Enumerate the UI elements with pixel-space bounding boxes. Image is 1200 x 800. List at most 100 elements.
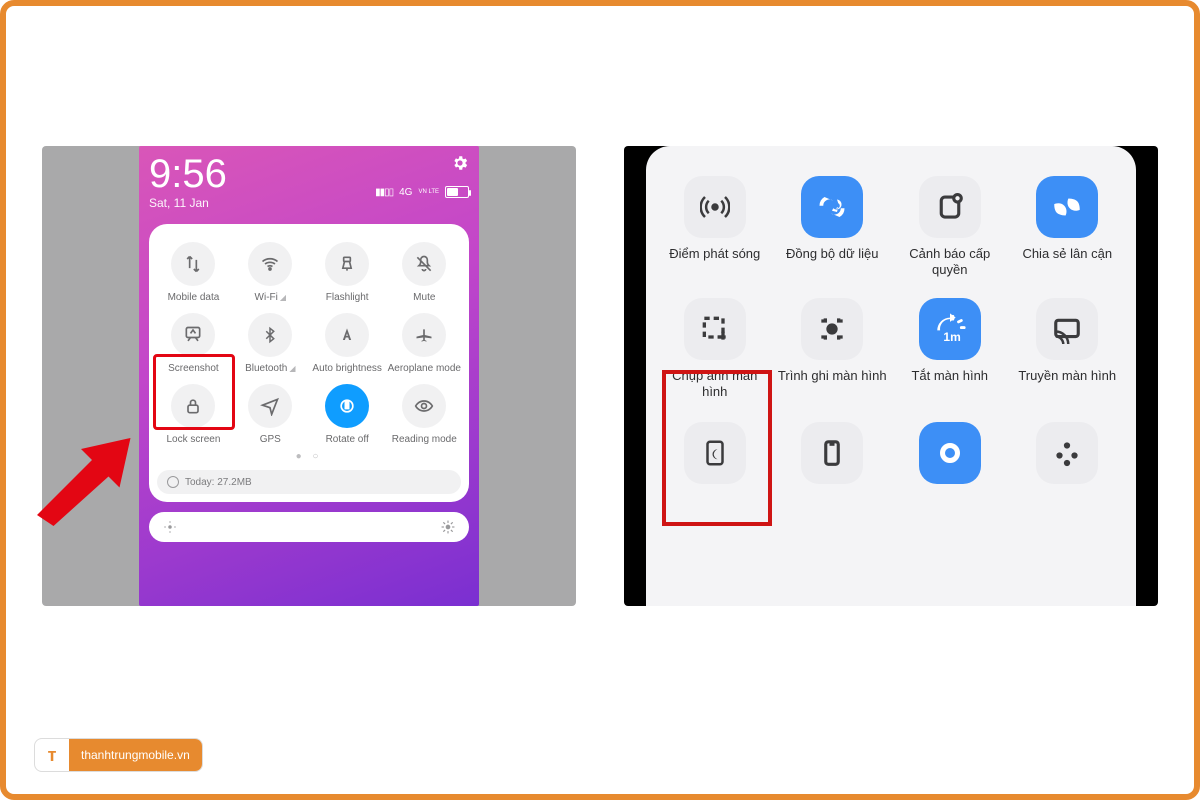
data-usage-pill[interactable]: Today: 27.2MB xyxy=(157,470,461,494)
tile-mute[interactable]: Mute xyxy=(388,238,461,305)
article-frame: 9:56 Sat, 11 Jan ▮▮▯▯ 4G VN LTE xyxy=(0,0,1200,800)
tile-gps[interactable]: GPS xyxy=(234,380,307,447)
tile-screenshot[interactable]: Screenshot xyxy=(157,309,230,376)
tile-label: Rotate off xyxy=(326,434,369,445)
quick-settings-card: Mobile data Wi-Fi◢ Flashlight Mute Screensho… xyxy=(149,224,469,502)
signal-icon: ▮▮▯▯ xyxy=(375,187,393,198)
network-label: 4G xyxy=(399,187,412,198)
clock: 9:56 xyxy=(149,154,227,194)
data-usage-label: Today: 27.2MB xyxy=(185,477,252,488)
autobright-icon xyxy=(325,313,369,357)
samsung-quick-panel: Điểm phát sóng Đồng bộ dữ liệu Cảnh báo cấ… xyxy=(646,146,1136,606)
tile-label: Chia sẻ lân cận xyxy=(1022,246,1112,280)
rotate-icon xyxy=(325,384,369,428)
tile-rotate[interactable]: Rotate off xyxy=(311,380,384,447)
quick-settings-row3 xyxy=(660,422,1122,484)
tile-label: Reading mode xyxy=(392,434,457,445)
read-icon xyxy=(402,384,446,428)
plane-icon xyxy=(402,313,446,357)
moon-icon xyxy=(684,422,746,484)
brightness-card[interactable] xyxy=(149,512,469,542)
arrow-icon xyxy=(26,416,136,526)
tile-label: Truyền màn hình xyxy=(1018,368,1116,402)
circle-icon xyxy=(919,422,981,484)
gps-icon xyxy=(248,384,292,428)
tile-data[interactable]: Mobile data xyxy=(157,238,230,305)
tile-label: Auto brightness xyxy=(312,363,382,374)
tile-label: Lock screen xyxy=(166,434,220,445)
screenshot-icon xyxy=(171,313,215,357)
tile-bt[interactable]: Bluetooth◢ xyxy=(234,309,307,376)
status-icons: ▮▮▯▯ 4G VN LTE xyxy=(375,186,469,198)
tile-label: Bluetooth◢ xyxy=(245,363,295,374)
quick-settings-grid-right: Điểm phát sóng Đồng bộ dữ liệu Cảnh báo cấ… xyxy=(660,176,1122,402)
tile-label: Wi-Fi◢ xyxy=(255,292,286,303)
tile-label: Chụp ảnh màn hình xyxy=(660,368,770,402)
tile-label: Điểm phát sóng xyxy=(669,246,760,280)
phone-icon xyxy=(801,422,863,484)
lock-icon xyxy=(171,384,215,428)
tile-record[interactable]: Trình ghi màn hình xyxy=(778,298,888,402)
right-stage: Điểm phát sóng Đồng bộ dữ liệu Cảnh báo cấ… xyxy=(624,146,1158,606)
tile-label: Screenshot xyxy=(168,363,219,374)
right-panel: Điểm phát sóng Đồng bộ dữ liệu Cảnh báo cấ… xyxy=(624,146,1158,606)
page-dots[interactable]: ● ○ xyxy=(157,451,461,462)
sun-small-icon xyxy=(163,520,177,534)
left-stage: 9:56 Sat, 11 Jan ▮▮▯▯ 4G VN LTE xyxy=(42,146,576,606)
network-sub: VN LTE xyxy=(418,189,439,195)
wifi-icon xyxy=(248,242,292,286)
tile-label: Flashlight xyxy=(326,292,369,303)
tile-label: Tắt màn hình xyxy=(911,368,988,402)
tile-label: GPS xyxy=(260,434,281,445)
sync-icon xyxy=(801,176,863,238)
tile-read[interactable]: Reading mode xyxy=(388,380,461,447)
tile-flash[interactable]: Flashlight xyxy=(311,238,384,305)
record-icon xyxy=(801,298,863,360)
tile-cast[interactable]: Truyền màn hình xyxy=(1013,298,1123,402)
flash-icon xyxy=(325,242,369,286)
tile-timer[interactable]: 1m Tắt màn hình xyxy=(895,298,1005,402)
tile-row3-more[interactable] xyxy=(1013,422,1123,484)
watermark-logo-icon: т xyxy=(35,738,69,772)
settings-icon[interactable] xyxy=(451,154,469,172)
tile-label: Mobile data xyxy=(168,292,220,303)
tile-row3-circle[interactable] xyxy=(895,422,1005,484)
watermark-badge: т thanhtrungmobile.vn xyxy=(34,738,203,772)
tile-wifi[interactable]: Wi-Fi◢ xyxy=(234,238,307,305)
tile-sync[interactable]: Đồng bộ dữ liệu xyxy=(778,176,888,280)
tile-screenshot2[interactable]: Chụp ảnh màn hình xyxy=(660,298,770,402)
screenshot2-icon xyxy=(684,298,746,360)
tile-label: Trình ghi màn hình xyxy=(778,368,887,402)
left-panel: 9:56 Sat, 11 Jan ▮▮▯▯ 4G VN LTE xyxy=(42,146,576,606)
data-icon xyxy=(171,242,215,286)
nearby-icon xyxy=(1036,176,1098,238)
watermark-text: thanhtrungmobile.vn xyxy=(69,739,202,771)
date: Sat, 11 Jan xyxy=(149,196,227,210)
battery-icon xyxy=(445,186,469,198)
info-icon xyxy=(167,476,179,488)
tile-alert[interactable]: Cảnh báo cấp quyền xyxy=(895,176,1005,280)
mute-icon xyxy=(402,242,446,286)
alert-icon xyxy=(919,176,981,238)
cast-icon xyxy=(1036,298,1098,360)
miui-notification-shade: 9:56 Sat, 11 Jan ▮▮▯▯ 4G VN LTE xyxy=(139,146,479,606)
tile-autobright[interactable]: Auto brightness xyxy=(311,309,384,376)
sun-large-icon xyxy=(441,520,455,534)
tile-label: Aeroplane mode xyxy=(388,363,461,374)
panels: 9:56 Sat, 11 Jan ▮▮▯▯ 4G VN LTE xyxy=(42,146,1158,606)
tile-label: Cảnh báo cấp quyền xyxy=(895,246,1005,280)
tile-hotspot[interactable]: Điểm phát sóng xyxy=(660,176,770,280)
tile-plane[interactable]: Aeroplane mode xyxy=(388,309,461,376)
clock-block: 9:56 Sat, 11 Jan xyxy=(149,154,227,210)
tile-row3-moon[interactable] xyxy=(660,422,770,484)
tile-row3-phone[interactable] xyxy=(778,422,888,484)
tile-lock[interactable]: Lock screen xyxy=(157,380,230,447)
more-icon xyxy=(1036,422,1098,484)
hotspot-icon xyxy=(684,176,746,238)
tile-nearby[interactable]: Chia sẻ lân cận xyxy=(1013,176,1123,280)
quick-settings-grid: Mobile data Wi-Fi◢ Flashlight Mute Screensho… xyxy=(157,238,461,447)
timer-icon: 1m xyxy=(919,298,981,360)
tile-label: Đồng bộ dữ liệu xyxy=(786,246,879,280)
bt-icon xyxy=(248,313,292,357)
status-bar: 9:56 Sat, 11 Jan ▮▮▯▯ 4G VN LTE xyxy=(149,154,469,210)
